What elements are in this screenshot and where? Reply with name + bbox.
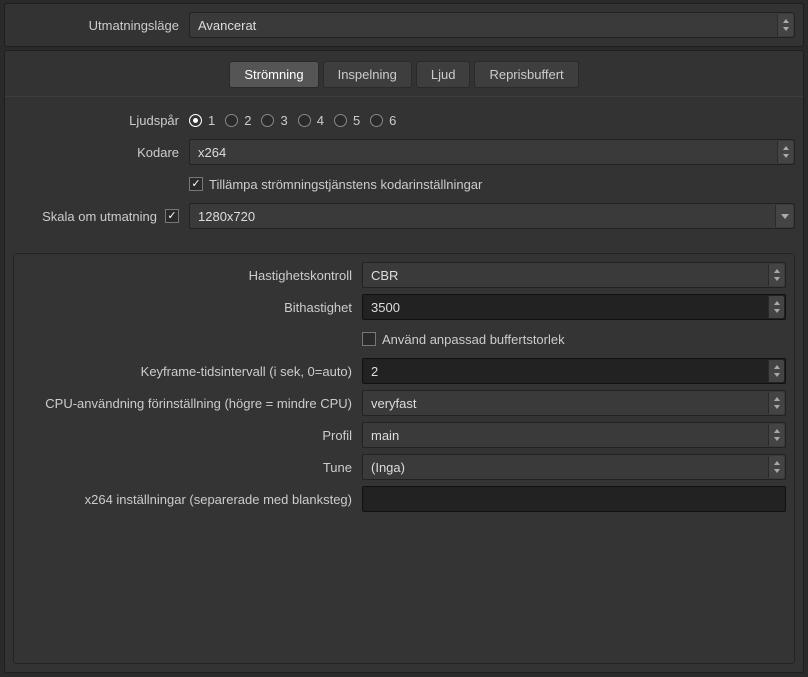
radio-icon [298, 114, 311, 127]
cpu-preset-value: veryfast [371, 396, 417, 411]
output-settings-panel: Strömning Inspelning Ljud Reprisbuffert … [4, 50, 804, 673]
tab-recording[interactable]: Inspelning [323, 61, 412, 88]
bitrate-label: Bithastighet [22, 300, 362, 315]
spin-icon [768, 424, 784, 446]
tab-audio[interactable]: Ljud [416, 61, 471, 88]
keyframe-input[interactable]: 2 [362, 358, 786, 384]
tune-label: Tune [22, 460, 362, 475]
tune-select[interactable]: (Inga) [362, 454, 786, 480]
audio-track-3[interactable]: 3 [261, 113, 287, 128]
tabs-bar: Strömning Inspelning Ljud Reprisbuffert [5, 51, 803, 97]
rate-control-value: CBR [371, 268, 398, 283]
radio-icon [370, 114, 383, 127]
tab-replay[interactable]: Reprisbuffert [474, 61, 578, 88]
rescale-value: 1280x720 [198, 209, 255, 224]
cpu-preset-label: CPU-användning förinställning (högre = m… [22, 396, 362, 411]
rate-control-select[interactable]: CBR [362, 262, 786, 288]
cpu-preset-select[interactable]: veryfast [362, 390, 786, 416]
audio-track-5[interactable]: 5 [334, 113, 360, 128]
spin-icon [768, 456, 784, 478]
apply-service-label: Tillämpa strömningstjänstens kodarinstäl… [209, 177, 482, 192]
encoder-select[interactable]: x264 [189, 139, 795, 165]
spin-icon [768, 296, 784, 318]
output-mode-select[interactable]: Avancerat [189, 12, 795, 38]
audio-track-1[interactable]: 1 [189, 113, 215, 128]
spin-icon [768, 392, 784, 414]
profile-select[interactable]: main [362, 422, 786, 448]
radio-icon [225, 114, 238, 127]
audio-track-6[interactable]: 6 [370, 113, 396, 128]
spin-icon [777, 14, 793, 36]
chevron-down-icon [775, 205, 793, 227]
tune-value: (Inga) [371, 460, 405, 475]
radio-icon [189, 114, 202, 127]
audio-track-2[interactable]: 2 [225, 113, 251, 128]
streaming-general-form: Ljudspår 1 2 3 4 5 6 Kodare x264 [5, 97, 803, 245]
tab-streaming[interactable]: Strömning [229, 61, 318, 88]
output-mode-panel: Utmatningsläge Avancerat [4, 3, 804, 47]
encoder-value: x264 [198, 145, 226, 160]
rescale-label: Skala om utmatning [42, 209, 157, 224]
radio-icon [334, 114, 347, 127]
spin-icon [777, 141, 793, 163]
profile-label: Profil [22, 428, 362, 443]
x264opts-input[interactable] [362, 486, 786, 512]
encoder-label: Kodare [13, 145, 189, 160]
audio-tracks-label: Ljudspår [13, 113, 189, 128]
spin-icon [768, 360, 784, 382]
keyframe-label: Keyframe-tidsintervall (i sek, 0=auto) [22, 364, 362, 379]
spin-icon [768, 264, 784, 286]
profile-value: main [371, 428, 399, 443]
keyframe-value: 2 [371, 364, 378, 379]
custom-buffer-label: Använd anpassad buffertstorlek [382, 332, 565, 347]
rescale-checkbox[interactable] [165, 209, 179, 223]
radio-icon [261, 114, 274, 127]
output-mode-value: Avancerat [198, 18, 256, 33]
bitrate-input[interactable]: 3500 [362, 294, 786, 320]
bitrate-value: 3500 [371, 300, 400, 315]
encoder-settings-group: Hastighetskontroll CBR Bithastighet 3500 [13, 253, 795, 664]
output-mode-label: Utmatningsläge [13, 18, 189, 33]
custom-buffer-checkbox[interactable] [362, 332, 376, 346]
rate-control-label: Hastighetskontroll [22, 268, 362, 283]
x264opts-label: x264 inställningar (separerade med blank… [22, 492, 362, 507]
apply-service-checkbox[interactable] [189, 177, 203, 191]
rescale-select[interactable]: 1280x720 [189, 203, 795, 229]
audio-tracks-group: 1 2 3 4 5 6 [189, 113, 396, 128]
audio-track-4[interactable]: 4 [298, 113, 324, 128]
